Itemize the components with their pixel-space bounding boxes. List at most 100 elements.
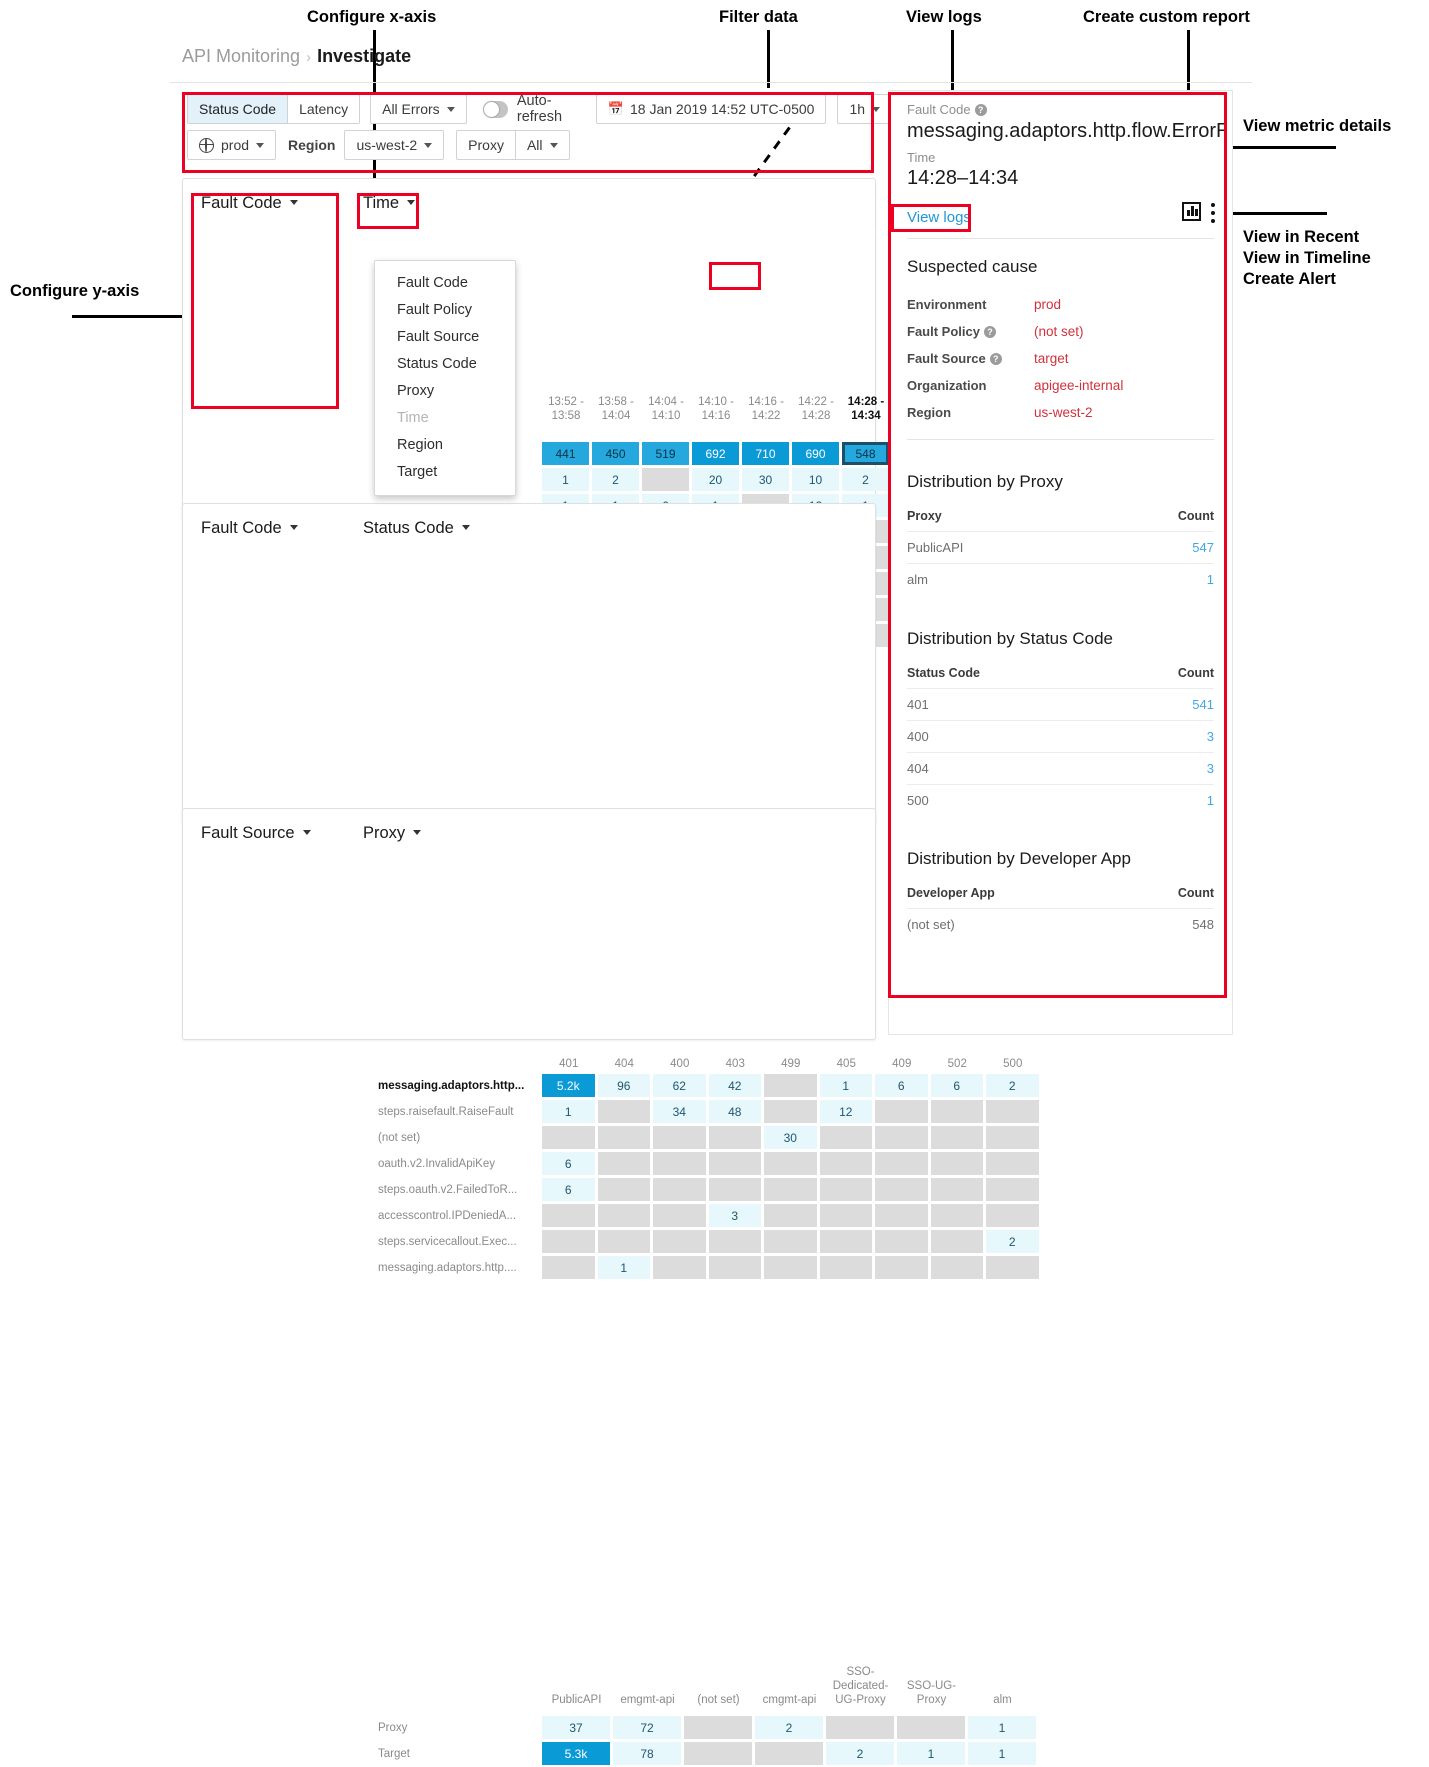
heatmap-row-label[interactable]: messaging.adaptors.http... <box>378 1073 533 1099</box>
heatmap-cell[interactable] <box>542 1256 595 1279</box>
heatmap-cell[interactable]: 1 <box>968 1742 1036 1765</box>
y-axis-option-fault-policy[interactable]: Fault Policy <box>375 296 515 323</box>
heatmap-cell[interactable] <box>684 1742 752 1765</box>
view-logs-link[interactable]: View logs <box>907 209 971 226</box>
heatmap-cell[interactable] <box>708 1178 761 1201</box>
heatmap-cell[interactable]: 519 <box>642 442 689 465</box>
all-errors-dropdown[interactable]: All Errors <box>370 94 467 124</box>
heatmap-cell[interactable] <box>819 1204 872 1227</box>
heatmap-cell[interactable] <box>597 1178 650 1201</box>
heatmap-cell[interactable]: 1 <box>819 1074 872 1097</box>
heatmap-cell[interactable]: 2 <box>755 1716 823 1739</box>
heatmap-cell[interactable] <box>653 1204 706 1227</box>
heatmap-row-label[interactable]: (not set) <box>378 1125 533 1151</box>
heatmap-cell[interactable]: 1 <box>542 1100 595 1123</box>
heatmap-fault-code-by-time[interactable]: 13:52 - 13:58 13:58 - 14:04 14:04 - 14:10 14:1… <box>183 179 1039 647</box>
heatmap-cell[interactable] <box>597 1126 650 1149</box>
heatmap-cell[interactable] <box>764 1178 817 1201</box>
heatmap-cell[interactable] <box>542 1126 595 1149</box>
heatmap-cell[interactable] <box>986 1100 1039 1123</box>
help-icon[interactable]: ? <box>974 104 987 116</box>
heatmap-cell[interactable]: 5.3k <box>542 1742 610 1765</box>
dist-row-count[interactable]: 1 <box>1134 793 1214 808</box>
heatmap-cell[interactable] <box>653 1230 706 1253</box>
heatmap-cell[interactable]: 1 <box>597 1256 650 1279</box>
dist-row-count[interactable]: 547 <box>1134 540 1214 555</box>
heatmap-cell[interactable] <box>875 1152 928 1175</box>
heatmap-cell[interactable] <box>986 1178 1039 1201</box>
y-axis-option-proxy[interactable]: Proxy <box>375 377 515 404</box>
heatmap-cell[interactable] <box>819 1126 872 1149</box>
heatmap-cell[interactable]: 3 <box>708 1204 761 1227</box>
heatmap-cell[interactable]: 96 <box>597 1074 650 1097</box>
heatmap-cell[interactable] <box>986 1152 1039 1175</box>
heatmap-cell[interactable]: 30 <box>764 1126 817 1149</box>
heatmap-cell[interactable] <box>764 1204 817 1227</box>
heatmap-cell[interactable] <box>875 1204 928 1227</box>
heatmap-cell[interactable] <box>986 1256 1039 1279</box>
view-metric-details-icon[interactable] <box>1182 202 1201 221</box>
dist-row-count[interactable]: 1 <box>1134 572 1214 587</box>
heatmap-row-label[interactable]: steps.servicecallout.Exec... <box>378 1229 533 1255</box>
heatmap-cell[interactable]: 710 <box>742 442 789 465</box>
tab-latency[interactable]: Latency <box>287 94 361 124</box>
heatmap-cell[interactable] <box>597 1100 650 1123</box>
heatmap-cell[interactable] <box>819 1178 872 1201</box>
heatmap-cell[interactable]: 42 <box>708 1074 761 1097</box>
heatmap-cell[interactable] <box>897 1716 965 1739</box>
heatmap-cell[interactable]: 72 <box>613 1716 681 1739</box>
heatmap-cell[interactable]: 6 <box>875 1074 928 1097</box>
heatmap-cell[interactable]: 1 <box>542 468 589 491</box>
heatmap-cell[interactable] <box>875 1230 928 1253</box>
duration-dropdown[interactable]: 1h <box>837 94 893 124</box>
heatmap-row-label[interactable]: accesscontrol.IPDeniedA... <box>378 1203 533 1229</box>
dist-row-count[interactable]: 3 <box>1134 761 1214 776</box>
heatmap-cell[interactable] <box>597 1152 650 1175</box>
heatmap-cell[interactable]: 5.2k <box>542 1074 595 1097</box>
heatmap-row-label[interactable]: Proxy <box>378 1715 533 1741</box>
heatmap-cell[interactable] <box>930 1100 983 1123</box>
heatmap-row-label[interactable]: messaging.adaptors.http.... <box>378 1255 533 1281</box>
heatmap-cell[interactable]: 37 <box>542 1716 610 1739</box>
heatmap-row-label[interactable]: Target <box>378 1741 533 1767</box>
auto-refresh-toggle[interactable] <box>482 100 508 118</box>
heatmap-cell[interactable]: 692 <box>692 442 739 465</box>
heatmap-cell[interactable] <box>930 1126 983 1149</box>
heatmap-cell[interactable] <box>930 1178 983 1201</box>
date-range-picker[interactable]: 📅 18 Jan 2019 14:52 UTC-0500 <box>595 94 827 124</box>
heatmap-cell[interactable]: 12 <box>819 1100 872 1123</box>
heatmap-cell[interactable]: 34 <box>653 1100 706 1123</box>
heatmap-fault-code-by-status-code[interactable]: 401 404 400 403 499 405 409 502 500 messaging.ada… <box>183 504 1039 1279</box>
heatmap-cell[interactable] <box>819 1152 872 1175</box>
heatmap-cell[interactable]: 450 <box>592 442 639 465</box>
y-axis-option-region[interactable]: Region <box>375 431 515 458</box>
heatmap-cell[interactable] <box>875 1126 928 1149</box>
proxy-dropdown[interactable]: All <box>514 130 570 160</box>
heatmap-cell[interactable] <box>875 1256 928 1279</box>
help-icon[interactable]: ? <box>983 326 996 338</box>
heatmap-cell[interactable]: 1 <box>968 1716 1036 1739</box>
breadcrumb-root[interactable]: API Monitoring <box>182 46 300 66</box>
heatmap-cell[interactable] <box>542 1204 595 1227</box>
tab-status-code[interactable]: Status Code <box>187 94 288 124</box>
heatmap-cell[interactable] <box>819 1230 872 1253</box>
heatmap-cell[interactable] <box>708 1126 761 1149</box>
y-axis-option-fault-code[interactable]: Fault Code <box>375 269 515 296</box>
heatmap-fault-source-by-proxy[interactable]: PublicAPI emgmt-api (not set) cmgmt-api SSO-… <box>183 809 1036 1765</box>
heatmap-cell[interactable] <box>764 1230 817 1253</box>
heatmap-cell[interactable] <box>597 1204 650 1227</box>
heatmap-cell[interactable] <box>653 1256 706 1279</box>
heatmap-cell[interactable] <box>708 1256 761 1279</box>
heatmap-row-label[interactable]: oauth.v2.InvalidApiKey <box>378 1151 533 1177</box>
heatmap-cell[interactable]: 10 <box>792 468 839 491</box>
heatmap-cell[interactable]: 6 <box>542 1152 595 1175</box>
heatmap-cell[interactable]: 2 <box>826 1742 894 1765</box>
heatmap-cell[interactable] <box>875 1100 928 1123</box>
heatmap-cell[interactable]: 2 <box>986 1074 1039 1097</box>
heatmap-cell[interactable]: 20 <box>692 468 739 491</box>
help-icon[interactable]: ? <box>989 353 1002 365</box>
y-axis-option-target[interactable]: Target <box>375 458 515 485</box>
heatmap-row-label[interactable]: steps.oauth.v2.FailedToR... <box>378 1177 533 1203</box>
dist-row-count[interactable]: 541 <box>1134 697 1214 712</box>
heatmap-cell[interactable] <box>986 1204 1039 1227</box>
